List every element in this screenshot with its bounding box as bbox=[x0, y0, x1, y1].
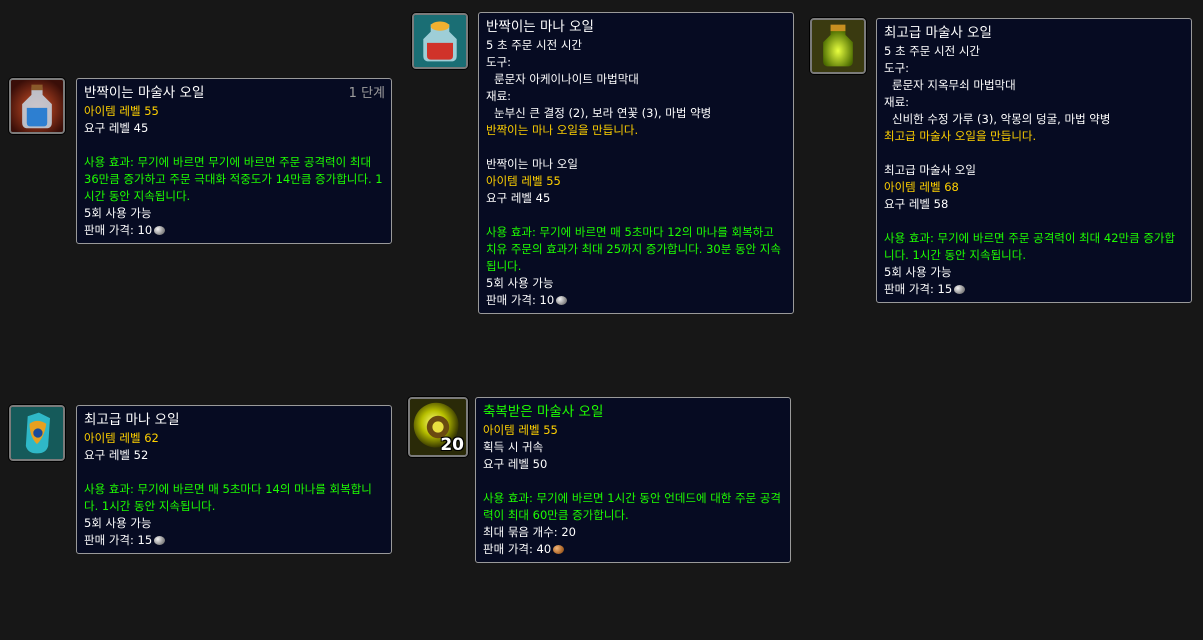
copper-coin-icon bbox=[553, 545, 565, 554]
sell-price: 판매 가격: 40 bbox=[483, 541, 784, 558]
silver-coin-icon bbox=[154, 226, 166, 235]
item-level: 아이템 레벨 68 bbox=[884, 180, 959, 194]
required-level: 요구 레벨 58 bbox=[884, 197, 949, 211]
reagents-value: 신비한 수정 가루 (3), 악몽의 덩굴, 마법 약병 bbox=[892, 112, 1111, 126]
tools-label: 도구: bbox=[884, 61, 910, 75]
reagents-label: 재료: bbox=[884, 95, 910, 109]
tools-value: 룬문자 지옥무쇠 마법막대 bbox=[892, 78, 1016, 92]
item-title: 반짝이는 마술사 오일 bbox=[84, 85, 205, 101]
tooltip-superior-wizard-oil: 최고급 마술사 오일 5 초 주문 시전 시간 도구: 룬문자 지옥무쇠 마법막… bbox=[876, 18, 1192, 303]
item-title: 최고급 마술사 오일 bbox=[884, 163, 976, 177]
charges: 5회 사용 가능 bbox=[84, 206, 152, 220]
item-rank: 1 단계 bbox=[348, 86, 385, 101]
superior-mana-oil-icon[interactable] bbox=[9, 405, 65, 461]
cast-time: 5 초 주문 시전 시간 bbox=[486, 38, 582, 52]
use-effect: 사용 효과: 무기에 바르면 매 5초마다 14의 마나를 회복합니다. 1시간… bbox=[84, 482, 372, 513]
charges: 5회 사용 가능 bbox=[486, 276, 554, 290]
silver-coin-icon bbox=[556, 296, 568, 305]
item-title: 최고급 마나 오일 bbox=[84, 412, 180, 428]
tools-value: 룬문자 아케이나이트 마법막대 bbox=[494, 72, 639, 86]
required-level: 요구 레벨 52 bbox=[84, 448, 149, 462]
use-effect: 사용 효과: 무기에 바르면 주문 공격력이 최대 42만큼 증가합니다. 1시… bbox=[884, 231, 1176, 262]
stack-count: 20 bbox=[440, 435, 464, 455]
item-level: 아이템 레벨 55 bbox=[483, 423, 558, 437]
mana-oil-icon[interactable] bbox=[412, 13, 468, 69]
charges: 5회 사용 가능 bbox=[884, 265, 952, 279]
sell-price: 판매 가격: 10 bbox=[84, 222, 385, 239]
tooltip-superior-mana-oil: 최고급 마나 오일 아이템 레벨 62 요구 레벨 52 사용 효과: 무기에 … bbox=[76, 405, 392, 554]
item-title: 축복받은 마술사 오일 bbox=[483, 404, 604, 420]
item-level: 아이템 레벨 62 bbox=[84, 431, 159, 445]
use-effect: 사용 효과: 무기에 바르면 매 5초마다 12의 마나를 회복하고 치유 주문… bbox=[486, 225, 781, 273]
recipe-title: 반짝이는 마나 오일 bbox=[486, 19, 594, 35]
recipe-title: 최고급 마술사 오일 bbox=[884, 25, 992, 41]
reagents-label: 재료: bbox=[486, 89, 512, 103]
superior-wizard-oil-icon[interactable] bbox=[810, 18, 866, 74]
item-title: 반짝이는 마나 오일 bbox=[486, 157, 578, 171]
item-level: 아이템 레벨 55 bbox=[84, 104, 159, 118]
reagents-value: 눈부신 큰 결정 (2), 보라 연꽃 (3), 마법 약병 bbox=[494, 106, 712, 120]
tooltip-blessed-wizard-oil: 축복받은 마술사 오일 아이템 레벨 55 획득 시 귀속 요구 레벨 50 사… bbox=[475, 397, 791, 563]
tooltip-wizard-oil: 반짝이는 마술사 오일 1 단계 아이템 레벨 55 요구 레벨 45 사용 효과… bbox=[76, 78, 392, 244]
item-level: 아이템 레벨 55 bbox=[486, 174, 561, 188]
max-stack: 최대 묶음 개수: 20 bbox=[483, 525, 576, 539]
creates-text: 최고급 마술사 오일을 만듭니다. bbox=[884, 129, 1037, 143]
creates-text: 반짝이는 마나 오일을 만듭니다. bbox=[486, 123, 639, 137]
required-level: 요구 레벨 45 bbox=[486, 191, 551, 205]
silver-coin-icon bbox=[154, 536, 166, 545]
bind-type: 획득 시 귀속 bbox=[483, 440, 544, 454]
use-effect: 사용 효과: 무기에 바르면 무기에 바르면 주문 공격력이 최대 36만큼 증… bbox=[84, 155, 383, 203]
wizard-oil-icon[interactable] bbox=[9, 78, 65, 134]
sell-price: 판매 가격: 15 bbox=[84, 532, 385, 549]
sell-price: 판매 가격: 15 bbox=[884, 281, 1185, 298]
tools-label: 도구: bbox=[486, 55, 512, 69]
cast-time: 5 초 주문 시전 시간 bbox=[884, 44, 980, 58]
silver-coin-icon bbox=[954, 285, 966, 294]
charges: 5회 사용 가능 bbox=[84, 516, 152, 530]
blessed-wizard-oil-icon[interactable]: 20 bbox=[408, 397, 468, 457]
required-level: 요구 레벨 50 bbox=[483, 457, 548, 471]
sell-price: 판매 가격: 10 bbox=[486, 292, 787, 309]
tooltip-mana-oil: 반짝이는 마나 오일 5 초 주문 시전 시간 도구: 룬문자 아케이나이트 마… bbox=[478, 12, 794, 314]
use-effect: 사용 효과: 무기에 바르면 1시간 동안 언데드에 대한 주문 공격력이 최대… bbox=[483, 491, 782, 522]
required-level: 요구 레벨 45 bbox=[84, 121, 149, 135]
